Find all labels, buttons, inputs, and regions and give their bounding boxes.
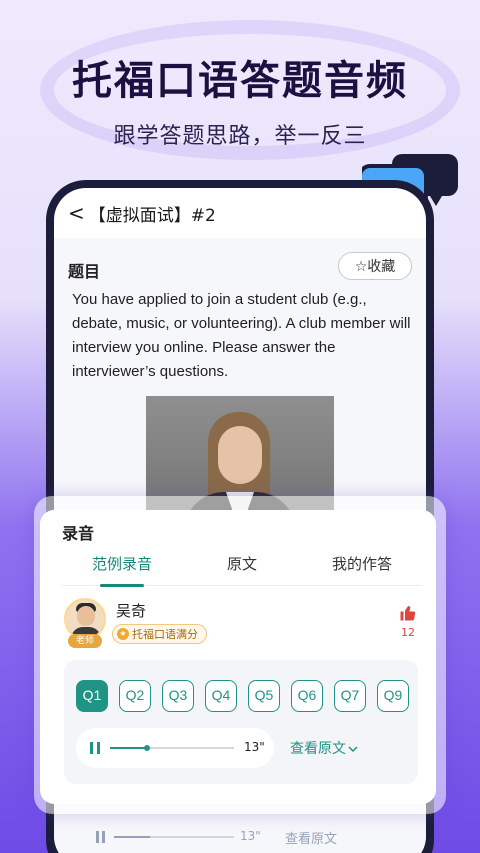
view-original-link[interactable]: 查看原文 (290, 738, 358, 758)
recording-card: 录音 范例录音 原文 我的作答 老师 吴奇 ★ 托福口语满分 12 Q1 Q2 … (40, 510, 436, 804)
like-button[interactable]: 12 (396, 604, 420, 639)
question-button-q4[interactable]: Q4 (205, 680, 237, 712)
teacher-tag-text: 托福口语满分 (132, 628, 198, 641)
question-text: You have applied to join a student club … (72, 291, 411, 380)
medal-icon: ★ (117, 628, 129, 640)
teacher-name: 吴奇 (116, 602, 147, 620)
question-button-q5[interactable]: Q5 (248, 680, 280, 712)
view-original-label: 查看原文 (290, 741, 346, 757)
background-audio-player: 13" 查看原文 (90, 826, 370, 848)
progress-fill (110, 747, 148, 749)
like-count: 12 (401, 626, 415, 639)
nav-bar: < 【虚拟面试】#2 (54, 188, 426, 238)
recording-title: 录音 (62, 520, 106, 545)
question-label: 题目 (68, 258, 112, 283)
thumbs-up-icon (400, 606, 416, 621)
background-view-original: 查看原文 (285, 832, 338, 847)
chevron-down-icon (348, 746, 358, 753)
tab-transcript[interactable]: 原文 (182, 550, 302, 585)
question-label-text: 题目 (68, 262, 101, 281)
recording-title-text: 录音 (62, 524, 95, 543)
background-progress-fill (114, 836, 150, 838)
question-button-q7[interactable]: Q7 (334, 680, 366, 712)
tab-my-answer[interactable]: 我的作答 (302, 550, 422, 585)
avatar-head (77, 606, 95, 626)
portrait-face (218, 426, 262, 484)
back-arrow-icon[interactable]: < (68, 201, 85, 225)
progress-track[interactable] (110, 745, 234, 751)
progress-knob[interactable] (144, 745, 151, 751)
recording-tabs: 范例录音 原文 我的作答 (62, 550, 422, 587)
hero-title: 托福口语答题音频 (72, 58, 408, 104)
favorite-label: ☆收藏 (354, 259, 396, 275)
pause-icon (96, 831, 106, 843)
teacher-badge: 老师 (68, 634, 102, 648)
question-button-q6[interactable]: Q6 (291, 680, 323, 712)
nav-title: 【虚拟面试】#2 (88, 205, 216, 226)
tab-sample-recording[interactable]: 范例录音 (62, 550, 182, 587)
audio-player: 13" (76, 728, 274, 768)
audio-duration: 13" (244, 740, 265, 754)
background-audio-duration: 13" (240, 829, 261, 843)
question-button-q9[interactable]: Q9 (377, 680, 409, 712)
question-button-q3[interactable]: Q3 (162, 680, 194, 712)
background-progress-track (114, 836, 234, 838)
teacher-tag: ★ 托福口语满分 (112, 624, 207, 644)
question-button-q1[interactable]: Q1 (76, 680, 108, 712)
question-selector-panel: Q1 Q2 Q3 Q4 Q5 Q6 Q7 Q9 13" 查看原文 (64, 660, 418, 784)
favorite-button[interactable]: ☆收藏 (338, 252, 412, 280)
question-buttons: Q1 Q2 Q3 Q4 Q5 Q6 Q7 Q9 (76, 680, 409, 712)
pause-icon[interactable] (90, 742, 101, 754)
question-button-q2[interactable]: Q2 (119, 680, 151, 712)
